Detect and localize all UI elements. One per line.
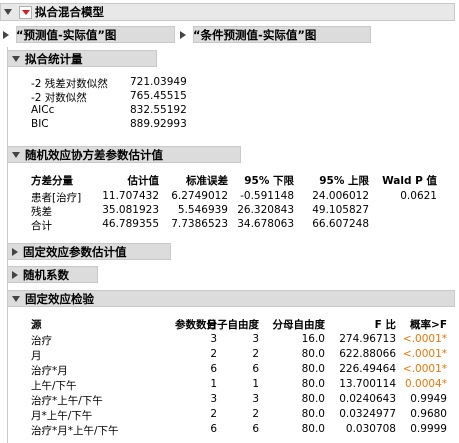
fixed-params-header[interactable]: 固定效应参数估计值 (7, 243, 171, 260)
disclosure-open-icon[interactable] (12, 295, 20, 302)
pred-actual-plot-label: “预测值-实际值”图 (16, 27, 117, 42)
column-header: 估计值 (127, 175, 160, 187)
table-cell: 11.707432 (102, 190, 159, 202)
table-cell: 46.789355 (102, 218, 159, 230)
fixed-tests-header[interactable]: 固定效应检验 (7, 290, 455, 307)
table-cell: 0.9999 (410, 423, 447, 435)
random-coef-title: 随机系数 (23, 267, 69, 282)
column-header: 概率>F (410, 319, 447, 331)
table-cell: 合计 (31, 220, 52, 232)
disclosure-closed-icon[interactable] (180, 30, 186, 39)
table-cell: 16.0 (301, 333, 325, 345)
column-header: 分母自由度 (272, 319, 326, 331)
table-cell: <.0001* (402, 363, 447, 375)
table-cell: 80.0 (301, 363, 325, 375)
fit-stat-value: 765.45515 (130, 90, 187, 102)
disclosure-open-icon[interactable] (4, 9, 12, 15)
fit-stat-label: AICc (31, 104, 55, 116)
table-cell: 上午/下午 (31, 380, 77, 392)
table-cell: 月 (31, 350, 42, 362)
fixed-params-title: 固定效应参数估计值 (23, 244, 127, 259)
fit-stat-label: -2 残差对数似然 (31, 78, 108, 90)
disclosure-closed-icon[interactable] (12, 270, 18, 279)
table-cell: 0.0621 (400, 190, 437, 202)
table-cell: 80.0 (301, 378, 325, 390)
column-header: 源 (31, 319, 42, 331)
disclosure-closed-icon[interactable] (3, 30, 9, 39)
table-cell: 治疗 (31, 335, 52, 347)
table-cell: 80.0 (301, 348, 325, 360)
table-cell: 月*上午/下午 (31, 410, 93, 422)
cond-pred-actual-plot-label: “条件预测值-实际值”图 (193, 27, 317, 42)
main-title-bar[interactable]: 拟合混合模型 (0, 3, 455, 21)
table-cell: <.0001* (402, 348, 447, 360)
random-cov-header[interactable]: 随机效应协方差参数估计值 (7, 146, 241, 163)
random-coef-header[interactable]: 随机系数 (7, 266, 98, 283)
table-cell: <.0001* (402, 333, 447, 345)
cond-pred-actual-plot-header[interactable]: “条件预测值-实际值”图 (180, 26, 371, 43)
table-cell: 治疗*月*上午/下午 (31, 425, 119, 437)
fit-stat-value: 721.03949 (130, 76, 187, 88)
table-cell: 治疗*月 (31, 365, 68, 377)
fit-stat-value: 889.92993 (130, 118, 187, 130)
fit-stat-value: 832.55192 (130, 104, 187, 116)
table-cell: 66.607248 (312, 218, 369, 230)
column-header: 方差分量 (31, 175, 73, 187)
random-cov-title: 随机效应协方差参数估计值 (25, 147, 163, 162)
table-cell: 80.0 (301, 423, 325, 435)
table-cell: 患者[治疗] (31, 192, 82, 204)
table-cell: 80.0 (301, 408, 325, 420)
table-cell: 0.9949 (410, 393, 447, 405)
disclosure-open-icon[interactable] (12, 151, 20, 158)
table-cell: 80.0 (301, 393, 325, 405)
fit-stat-label: -2 对数似然 (31, 92, 87, 104)
table-cell: 35.081923 (102, 204, 159, 216)
table-cell: 49.105827 (312, 204, 369, 216)
column-header: 95% 下限 (244, 175, 294, 187)
pred-actual-plot-header[interactable]: “预测值-实际值”图 (3, 26, 175, 43)
table-cell: 残差 (31, 206, 52, 218)
table-cell: 0.9680 (410, 408, 447, 420)
column-header: Wald P 值 (382, 175, 437, 187)
fit-stats-header[interactable]: 拟合统计量 (7, 50, 157, 67)
red-triangle-menu-icon[interactable] (19, 5, 32, 19)
disclosure-open-icon[interactable] (12, 55, 20, 62)
disclosure-closed-icon[interactable] (12, 247, 18, 256)
table-cell: 34.678063 (237, 218, 294, 230)
table-cell: 0.0004* (405, 378, 447, 390)
fit-stat-label: BIC (31, 118, 49, 130)
table-cell: 26.320843 (237, 204, 294, 216)
fit-stats-title: 拟合统计量 (25, 51, 83, 66)
main-title: 拟合混合模型 (35, 5, 104, 19)
fixed-tests-title: 固定效应检验 (25, 291, 94, 306)
table-cell: -0.591148 (240, 190, 294, 202)
table-cell: 治疗*上午/下午 (31, 395, 103, 407)
